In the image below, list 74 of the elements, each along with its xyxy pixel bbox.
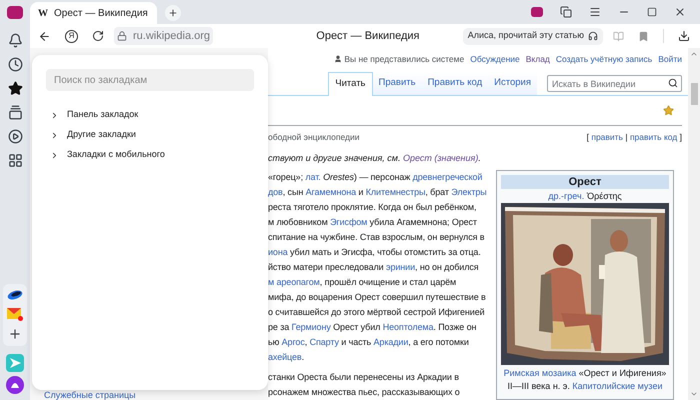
- edit-links: [ править | править код ]: [586, 130, 682, 144]
- scroll-thumb[interactable]: [690, 83, 698, 105]
- user-link[interactable]: Войти: [658, 52, 682, 66]
- article-text: иона убил мать и Эгисфа, чтобы отомстить за отца.: [268, 246, 482, 259]
- scroll-down-icon[interactable]: [690, 390, 698, 398]
- play-icon[interactable]: [8, 129, 22, 144]
- scroll-up-icon[interactable]: [690, 50, 698, 58]
- collections-icon[interactable]: [560, 6, 572, 18]
- page-tab[interactable]: Читать: [328, 72, 373, 96]
- page-title: Орест — Википедия: [315, 28, 420, 44]
- bookmark-icon[interactable]: [638, 30, 649, 42]
- infobox-subtitle: др.-греч. Ὀρέστης: [548, 190, 622, 203]
- star-icon[interactable]: [8, 81, 22, 96]
- download-icon[interactable]: [678, 30, 690, 42]
- article-text: «горец»; лат. Orestes) — персонаж древнегреческой: [268, 171, 484, 184]
- article-text: станки Ореста были перенесены из Аркадии в: [268, 371, 460, 384]
- article-text: ахейцев.: [268, 351, 305, 364]
- user-link[interactable]: Обсуждение: [470, 52, 520, 66]
- featured-star-icon: [663, 105, 674, 116]
- assistant-icon[interactable]: [6, 376, 24, 394]
- search-engine-button[interactable]: Я: [65, 30, 78, 42]
- hatnote: ствуют и другие значения, см. Орест (значения).: [268, 152, 481, 166]
- plus-icon: [168, 8, 178, 18]
- bookmark-folder[interactable]: Другие закладки: [46, 125, 254, 145]
- reload-icon[interactable]: [92, 30, 104, 42]
- bell-icon[interactable]: [8, 33, 22, 48]
- back-icon[interactable]: [38, 30, 51, 42]
- page-tab[interactable]: Править: [372, 72, 422, 95]
- profile-icon[interactable]: [531, 7, 543, 17]
- user-link[interactable]: Вклад: [526, 52, 550, 66]
- browser-tab[interactable]: W Орест — Википедия: [30, 2, 157, 24]
- image-caption: II—III века н. э. Капитолийские музеи: [506, 380, 664, 393]
- grid-icon[interactable]: [8, 153, 22, 168]
- mail-icon[interactable]: [7, 307, 23, 321]
- article-text: ре за Гермиону Орест убил Неоптолема. Позже он: [268, 321, 478, 334]
- user-status: Вы не представились системе: [344, 52, 464, 66]
- menu-icon[interactable]: [589, 6, 601, 18]
- headphones-icon: [588, 31, 598, 41]
- article-text: мифа, до воцарения Орест совершил путешествие в: [268, 291, 487, 304]
- article-text: спитание на чужбине. Став взрослым, он вернулся в: [268, 231, 486, 244]
- add-icon[interactable]: [8, 327, 22, 341]
- close-icon[interactable]: [674, 6, 686, 18]
- profile-icon[interactable]: [7, 6, 23, 19]
- chevron-right-icon: [50, 130, 59, 140]
- chevron-right-icon: [50, 110, 59, 120]
- article-text: м ареопагом, прошёл очищение и стал царём: [268, 276, 458, 289]
- scrollbar[interactable]: [688, 48, 700, 400]
- chevron-right-icon: [50, 150, 59, 160]
- user-link[interactable]: Создать учётную запись: [556, 52, 652, 66]
- image-caption: Римская мозаика «Орест и Ифигения»: [504, 367, 666, 380]
- article-text: йство матери преследовали эринии, но он добился: [268, 261, 480, 274]
- article-text: дов, сын Агамемнона и Клитемнестры, брат Электры: [268, 186, 488, 199]
- clock-icon[interactable]: [8, 57, 22, 72]
- sidebar-link[interactable]: Служебные страницы: [44, 390, 268, 400]
- article-text: рсонажем множества пьес, рассказывающих о: [268, 386, 461, 399]
- article-text: реста тяготело проклятие. Когда он был ребёнком,: [268, 201, 478, 214]
- article-text: о считавшейся до этого мёртвой сестрой Ифигенией: [268, 306, 486, 319]
- cards-icon[interactable]: [8, 105, 22, 120]
- site-subtitle: ободной энциклопедии: [268, 130, 360, 144]
- article-text: ью Аргос, Спарту и часть Аркадии, а его потомки: [268, 336, 470, 349]
- read-aloud-button[interactable]: Алиса, прочитай эту статью: [462, 28, 603, 44]
- address-field[interactable]: ru.wikipedia.org: [114, 27, 214, 45]
- bookmark-folder[interactable]: Закладки с мобильного: [46, 145, 254, 165]
- bookmark-folder[interactable]: Панель закладок: [46, 105, 254, 125]
- maximize-icon[interactable]: [647, 7, 657, 17]
- article-text: м любовником Эгисфом убила Агамемнона; Орест: [268, 216, 478, 229]
- search-icon[interactable]: [668, 78, 678, 88]
- new-tab-button[interactable]: [165, 5, 181, 21]
- bookmark-search-field[interactable]: Поиск по закладкам: [46, 69, 254, 91]
- search-field[interactable]: Искать в Википедии: [547, 75, 682, 92]
- user-icon: [334, 55, 342, 63]
- infobox-title: Орест: [501, 175, 669, 189]
- lock-icon: [117, 31, 127, 41]
- cloud-icon[interactable]: [7, 289, 23, 301]
